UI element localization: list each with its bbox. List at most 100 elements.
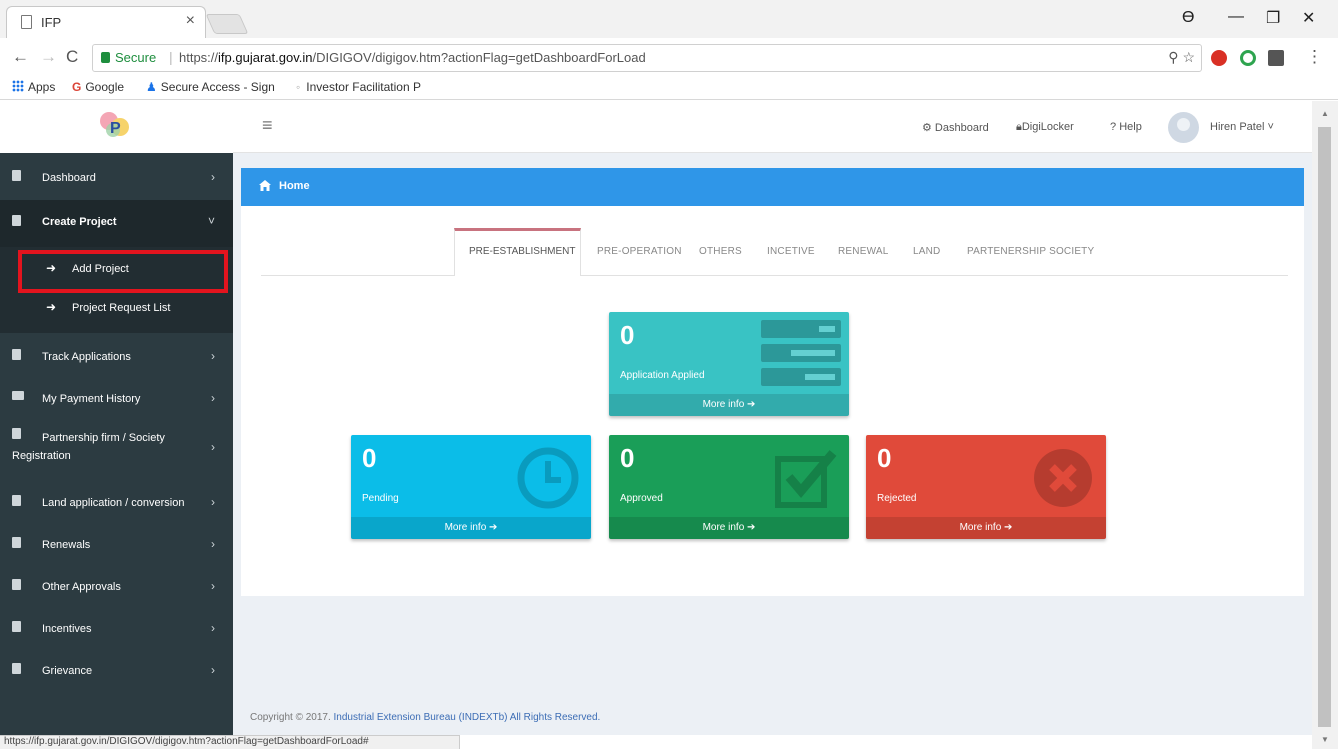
tab-incetive[interactable]: INCETIVE [767,246,815,257]
minimize-button[interactable]: — [1228,8,1244,26]
browser-menu-icon[interactable]: ⋮ [1306,47,1323,67]
sidebar-item-label: Incentives [42,623,92,635]
reload-button[interactable]: C [66,47,78,67]
address-bar[interactable]: Secure | https://ifp.gujarat.gov.in/DIGI… [92,44,1202,72]
document-icon [12,537,21,548]
bookmark-label: Apps [28,80,56,94]
sidebar-item-label: Partnership firm / Society [42,432,165,444]
nav-label: Dashboard [934,122,989,134]
chevron-right-icon: › [211,170,215,184]
profile-icon[interactable]: ϴ [1182,9,1194,27]
rejected-box: 0 Rejected More info ➔ [866,435,1106,539]
applied-more-info-link[interactable]: More info ➔ [609,394,849,416]
bookmark-investor-facilitation[interactable]: ◦ Investor Facilitation P [296,80,421,94]
checkbox-icon [775,450,837,508]
user-menu[interactable]: Hiren Patel ˅ [1210,121,1274,133]
zoom-bookmark-icons[interactable]: ⚲ ☆ [1168,49,1195,66]
bookmark-label: Investor Facilitation P [306,80,421,94]
secure-access-icon: ♟ [146,80,157,94]
rejected-more-info-link[interactable]: More info ➔ [866,517,1106,539]
chevron-right-icon: › [211,579,215,593]
chevron-right-icon: › [211,663,215,677]
sidebar-item-partnership-registration[interactable]: Partnership firm / Society Registration … [0,419,233,481]
page-scrollbar[interactable]: ▲ ▼ [1312,101,1338,749]
nav-digilocker[interactable]: 🔒︎DigiLocker [1016,121,1074,134]
url-text[interactable]: https://ifp.gujarat.gov.in/DIGIGOV/digig… [179,50,646,65]
browser-toolbar: ← → C Secure | https://ifp.gujarat.gov.i… [0,38,1338,76]
close-window-button[interactable]: ✕ [1302,8,1315,28]
sub-item-project-request-list[interactable]: ➜ Project Request List [0,300,233,320]
org-link[interactable]: Industrial Extension Bureau (INDEXTb) [334,712,508,723]
category-tabs: PRE-ESTABLISHMENT PRE-OPERATION OTHERS I… [261,228,1288,276]
back-button[interactable]: ← [12,47,29,67]
main-content: Home PRE-ESTABLISHMENT PRE-OPERATION OTH… [233,153,1312,735]
tab-pre-establishment[interactable]: PRE-ESTABLISHMENT [454,228,581,276]
nav-label: DigiLocker [1021,121,1074,133]
forward-button[interactable]: → [40,47,57,67]
sub-item-label: Project Request List [72,302,171,314]
sidebar-item-incentives[interactable]: Incentives › [0,607,233,649]
applied-box: 0 Application Applied More info ➔ [609,312,849,416]
extension-icon[interactable] [1240,50,1256,66]
pending-count: 0 [362,443,377,473]
nav-dashboard[interactable]: ⚙ Dashboard [922,121,989,134]
user-name: Hiren Patel [1210,121,1265,133]
scroll-down-icon[interactable]: ▼ [1321,735,1329,744]
breadcrumb-home[interactable]: Home [279,180,310,192]
brand[interactable]: P [0,101,233,153]
sidebar-item-track-applications[interactable]: Track Applications › [0,333,233,375]
applied-caption: Application Applied [620,370,705,381]
new-tab-button[interactable] [205,14,249,34]
sidebar-item-dashboard[interactable]: Dashboard › [0,153,233,200]
bookmark-apps[interactable]: Apps [12,80,55,94]
bookmark-secure-access[interactable]: ♟ Secure Access - Sign [146,80,275,94]
adblock-extension-icon[interactable] [1211,50,1227,66]
url-separator: | [169,49,173,65]
sidebar-item-payment-history[interactable]: My Payment History › [0,375,233,419]
approved-more-info-link[interactable]: More info ➔ [609,517,849,539]
url-path: /DIGIGOV/digigov.htm?actionFlag=getDashb… [312,50,646,65]
tab-others[interactable]: OTHERS [699,246,742,257]
restore-button[interactable]: ❐ [1266,8,1280,28]
bookmark-google[interactable]: G Google [72,80,124,94]
document-icon [12,349,21,360]
avatar[interactable] [1168,112,1199,143]
tab-pre-operation[interactable]: PRE-OPERATION [597,246,682,257]
app-header: P ≡ ⚙ Dashboard 🔒︎DigiLocker ? Help Hire… [0,101,1312,153]
site-icon: ◦ [296,80,301,94]
sidebar-item-label: Registration [12,450,71,462]
scroll-thumb[interactable] [1318,127,1331,727]
nav-help[interactable]: ? Help [1110,121,1142,133]
close-tab-icon[interactable]: × [186,12,195,30]
sidebar-item-renewals[interactable]: Renewals › [0,523,233,565]
home-icon [259,180,271,191]
url-prefix: https:// [179,50,219,65]
chevron-down-icon: ˅ [207,214,215,228]
bookmark-label: Google [85,80,125,94]
clock-icon [517,447,579,509]
document-icon [12,495,21,506]
sidebar-item-create-project[interactable]: Create Project ˅ [0,200,233,247]
hamburger-menu-icon[interactable]: ≡ [262,115,273,136]
extension-square-icon[interactable] [1268,50,1284,66]
nav-label: Help [1119,121,1142,133]
browser-tab[interactable]: IFP × [6,6,206,38]
sidebar-item-land-application[interactable]: Land application / conversion › [0,481,233,523]
sidebar-item-other-approvals[interactable]: Other Approvals › [0,565,233,607]
sidebar-item-grievance[interactable]: Grievance › [0,649,233,691]
help-icon: ? [1110,121,1117,133]
approved-box: 0 Approved More info ➔ [609,435,849,539]
browser-tabbar: IFP × ϴ — ❐ ✕ [0,0,1338,38]
chevron-right-icon: › [211,349,215,363]
document-icon [12,215,21,226]
pending-more-info-link[interactable]: More info ➔ [351,517,591,539]
document-icon [12,170,21,181]
pending-box: 0 Pending More info ➔ [351,435,591,539]
url-host: ifp.gujarat.gov.in [218,50,313,65]
tab-partenership-society[interactable]: PARTENERSHIP SOCIETY [967,246,1094,257]
tab-renewal[interactable]: RENEWAL [838,246,888,257]
sidebar-item-label: My Payment History [42,393,141,405]
tab-land[interactable]: LAND [913,246,940,257]
ifp-logo-icon: P [100,112,129,137]
scroll-up-icon[interactable]: ▲ [1321,109,1329,118]
